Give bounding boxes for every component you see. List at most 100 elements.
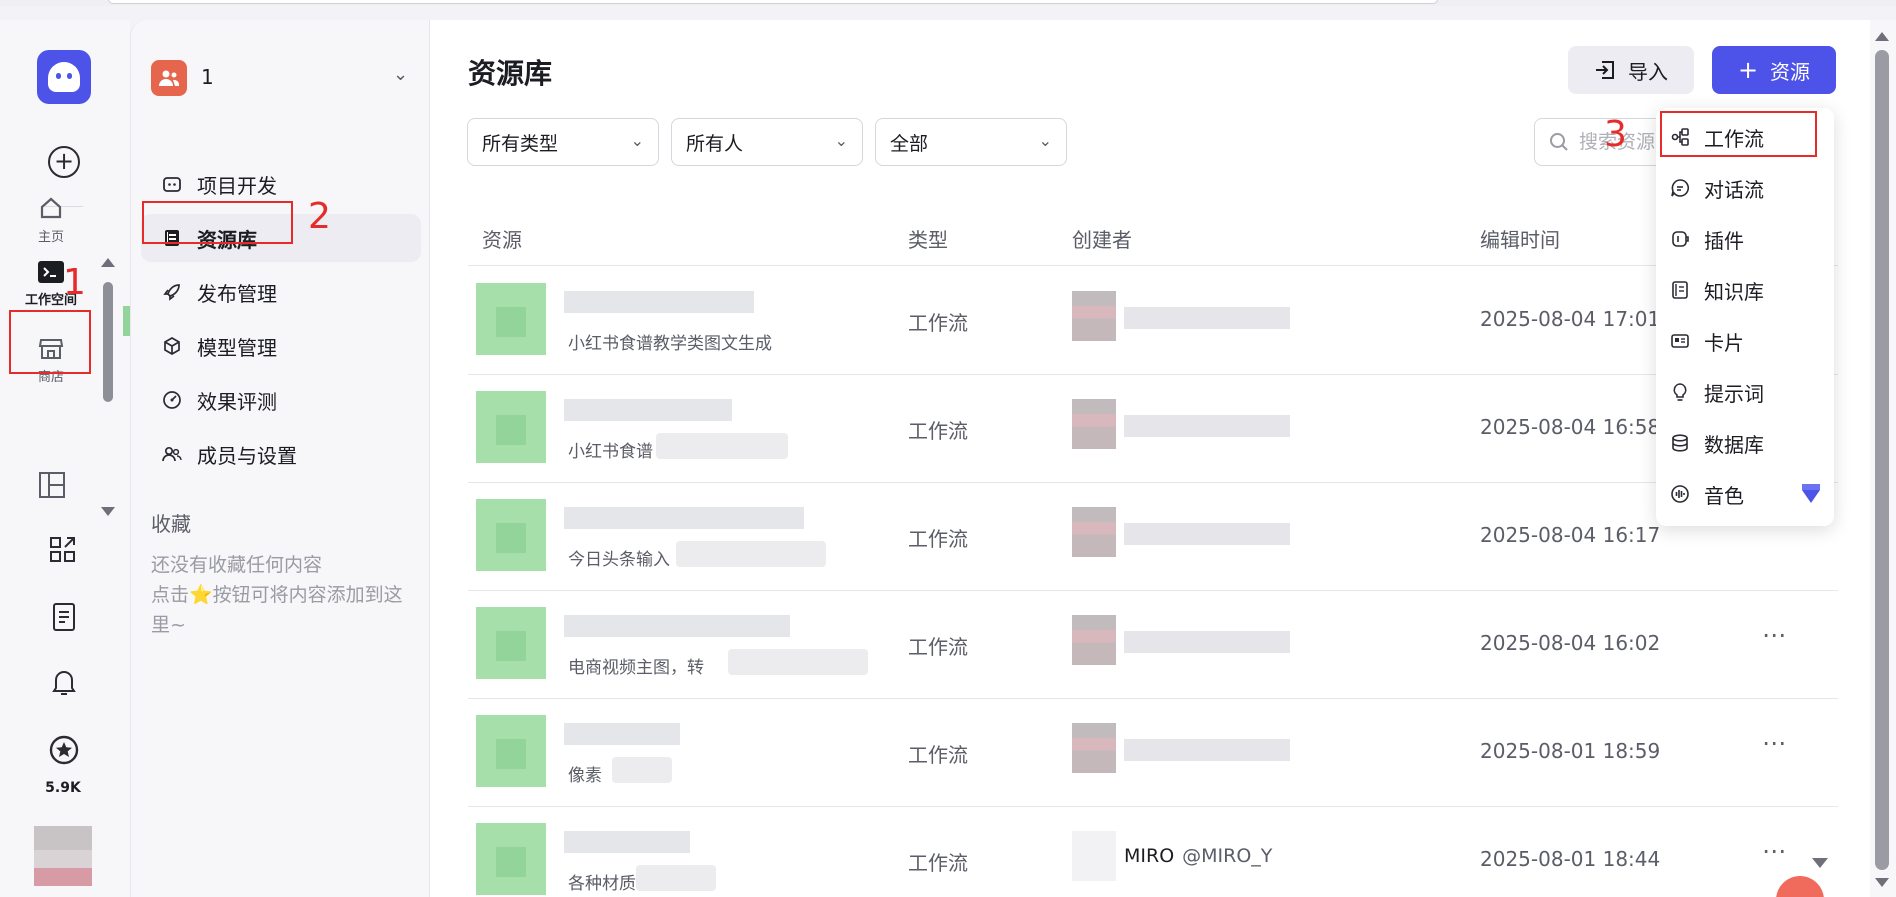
import-button-label: 导入	[1628, 59, 1668, 84]
menu-item-database[interactable]: 数据库	[1670, 424, 1826, 462]
chatflow-icon	[1670, 178, 1690, 198]
description-redacted	[656, 433, 788, 459]
nav-item-publish-label: 发布管理	[197, 281, 277, 306]
scroll-down-arrow-icon[interactable]	[1875, 878, 1889, 887]
menu-item-chatflow[interactable]: 对话流	[1670, 169, 1826, 207]
bell-icon[interactable]	[49, 666, 79, 698]
page-scroll-thumb[interactable]	[1875, 50, 1889, 870]
nav-item-models[interactable]: 模型管理	[141, 322, 421, 370]
search-icon	[1550, 133, 1568, 151]
scroll-up-arrow-icon[interactable]	[101, 258, 115, 267]
menu-item-knowledge[interactable]: 知识库	[1670, 271, 1826, 309]
filter-status-value: 全部	[890, 132, 929, 155]
resource-description: 像素	[568, 766, 602, 786]
column-type[interactable]: 类型	[908, 224, 948, 253]
resource-thumbnail	[476, 391, 546, 463]
browser-top-strip	[0, 0, 1896, 6]
resource-type: 工作流	[908, 635, 968, 659]
resource-name-redacted	[564, 723, 680, 745]
chevron-down-icon: ⌄	[630, 131, 644, 150]
import-button[interactable]: 导入	[1568, 46, 1694, 94]
menu-item-database-label: 数据库	[1704, 432, 1764, 457]
resource-thumbnail	[476, 823, 546, 895]
chevron-down-icon[interactable]: ⌄	[393, 64, 408, 85]
edit-time: 2025-08-04 16:17	[1480, 523, 1661, 547]
rail-scroll-thumb[interactable]	[103, 282, 153, 402]
nav-item-publish[interactable]: 发布管理	[141, 268, 421, 316]
nav-item-evaluation-label: 效果评测	[197, 389, 277, 414]
resource-description: 电商视频主图，转	[568, 658, 704, 678]
filter-owner-select[interactable]: 所有人 ⌄	[671, 118, 863, 166]
edit-time: 2025-08-01 18:59	[1480, 739, 1661, 763]
menu-item-plugin[interactable]: 插件	[1670, 220, 1826, 258]
resource-type: 工作流	[908, 527, 968, 551]
plugin-icon	[1670, 229, 1690, 249]
filter-type-select[interactable]: 所有类型 ⌄	[467, 118, 659, 166]
resource-description: 小红书食谱	[568, 442, 653, 462]
bulb-icon	[1670, 382, 1690, 402]
page-scrollbar[interactable]	[1870, 20, 1896, 897]
star-count: 5.9K	[45, 780, 81, 796]
apps-grid-icon[interactable]	[48, 535, 78, 565]
workspace-name[interactable]: 1	[201, 65, 214, 89]
resource-description: 今日头条输入	[568, 550, 670, 570]
edit-time: 2025-08-04 16:02	[1480, 631, 1661, 655]
column-creator: 创建者	[1072, 228, 1132, 252]
table-row[interactable]: 小红书食谱 工作流 2025-08-04 16:58	[468, 375, 1838, 483]
gauge-icon	[161, 389, 183, 411]
rail-item-home[interactable]: 主页	[9, 194, 93, 245]
premium-gem-icon	[1802, 484, 1820, 503]
table-header: 资源 类型 创建者 编辑时间	[468, 206, 1838, 266]
add-resource-button[interactable]: + 资源	[1712, 46, 1836, 94]
menu-item-card[interactable]: 卡片	[1670, 322, 1826, 360]
table-row[interactable]: 电商视频主图，转 工作流 2025-08-04 16:02 ⋯	[468, 591, 1838, 699]
filter-owner-value: 所有人	[686, 132, 744, 155]
menu-item-knowledge-label: 知识库	[1704, 279, 1764, 304]
menu-item-chatflow-label: 对话流	[1704, 177, 1764, 202]
star-badge-icon[interactable]	[48, 734, 80, 766]
favorites-empty-text: 还没有收藏任何内容 点击⭐按钮可将内容添加到这里~	[151, 550, 421, 640]
annotation-number-1: 1	[63, 262, 86, 303]
description-redacted	[676, 541, 826, 567]
filter-status-select[interactable]: 全部 ⌄	[875, 118, 1067, 166]
scroll-up-arrow-icon[interactable]	[1875, 32, 1889, 41]
rocket-icon	[161, 281, 183, 303]
creator-handle: @MIRO_Y	[1182, 845, 1273, 867]
annotation-box-3	[1660, 111, 1817, 157]
page-title: 资源库	[468, 57, 553, 90]
table-row[interactable]: 各种材质 工作流 MIRO @MIRO_Y 2025-08-01 18:44 ⋯	[468, 807, 1838, 897]
app-logo[interactable]	[37, 50, 91, 104]
users-icon	[161, 443, 183, 465]
database-icon	[1670, 433, 1690, 453]
annotation-box-1	[9, 310, 91, 374]
favorites-empty-line-2: 点击⭐按钮可将内容添加到这里~	[151, 584, 403, 636]
user-avatar[interactable]	[34, 826, 92, 886]
nav-item-evaluation[interactable]: 效果评测	[141, 376, 421, 424]
nav-item-models-label: 模型管理	[197, 335, 277, 360]
menu-item-prompt[interactable]: 提示词	[1670, 373, 1826, 411]
document-icon[interactable]	[50, 602, 78, 632]
column-resource: 资源	[482, 228, 522, 252]
nav-item-members[interactable]: 成员与设置	[141, 430, 421, 478]
table-row[interactable]: 今日头条输入 工作流 2025-08-04 16:17	[468, 483, 1838, 591]
creator-avatar	[1072, 831, 1116, 881]
more-options-icon[interactable]: ⋯	[1762, 837, 1787, 865]
resource-description: 各种材质	[568, 874, 636, 894]
plus-icon: +	[1737, 56, 1759, 84]
more-options-icon[interactable]: ⋯	[1762, 621, 1787, 649]
table-row[interactable]: 像素 工作流 2025-08-01 18:59 ⋯	[468, 699, 1838, 807]
nav-item-projects-label: 项目开发	[197, 173, 277, 198]
resource-type: 工作流	[908, 851, 968, 875]
table-row[interactable]: 小红书食谱教学类图文生成 工作流 2025-08-04 17:01	[468, 267, 1838, 375]
scroll-down-indicator-icon[interactable]	[1812, 858, 1828, 868]
create-button[interactable]: +	[48, 146, 80, 178]
edit-time: 2025-08-01 18:44	[1480, 847, 1661, 871]
rail-scrollbar[interactable]	[100, 258, 153, 516]
scroll-down-arrow-icon[interactable]	[101, 507, 115, 516]
creator-name-redacted	[1124, 523, 1290, 545]
column-edit-time[interactable]: 编辑时间	[1480, 224, 1560, 253]
resource-type: 工作流	[908, 311, 968, 335]
more-options-icon[interactable]: ⋯	[1762, 729, 1787, 757]
layout-icon[interactable]	[37, 470, 67, 500]
workspace-team-icon	[151, 60, 187, 96]
